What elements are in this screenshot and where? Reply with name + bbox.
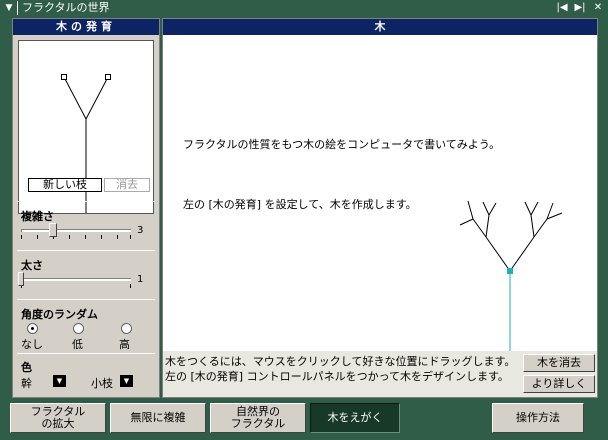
slider-tick bbox=[130, 284, 131, 288]
branch-editor-canvas[interactable]: 新しい枝 消去 bbox=[18, 40, 154, 214]
divider bbox=[17, 353, 155, 354]
title-bar: ▼ フラクタルの世界 |◀ ▶| ✕ bbox=[0, 0, 608, 16]
complexity-slider-thumb[interactable] bbox=[49, 223, 57, 237]
twig-color-label: 小枝 bbox=[91, 377, 113, 390]
complexity-slider[interactable] bbox=[21, 229, 131, 232]
thickness-value: 1 bbox=[137, 274, 144, 285]
thickness-label: 太さ bbox=[21, 259, 43, 272]
nav-infinite-complexity-button[interactable]: 無限に複雑 bbox=[110, 403, 206, 433]
nav-label: の拡大 bbox=[41, 417, 75, 430]
tree-drawing-panel: 木 フラクタルの性質をもつ木の絵をコンピュータで書いてみよう。 左の [木の発育… bbox=[162, 18, 598, 398]
angle-random-none-radio[interactable] bbox=[27, 323, 38, 334]
trunk-color-dropdown-icon[interactable]: ▼ bbox=[53, 375, 66, 387]
divider bbox=[17, 201, 155, 202]
clear-tree-button[interactable]: 木を消去 bbox=[523, 354, 595, 372]
instruction-bar: 木をつくるには、マウスをクリックして好きな位置にドラッグします。 左の [木の発… bbox=[163, 351, 597, 397]
tree-growth-panel: 木の発育 新しい枝 消去 複雑さ 3 太さ 1 角度のランダム なし 低 高 色 bbox=[12, 18, 160, 398]
thickness-slider[interactable] bbox=[21, 278, 131, 281]
prev-icon[interactable]: |◀ bbox=[554, 1, 570, 15]
new-branch-button[interactable]: 新しい枝 bbox=[28, 178, 102, 192]
erase-branch-button[interactable]: 消去 bbox=[104, 178, 150, 192]
panel-header: 木の発育 bbox=[13, 19, 159, 35]
slider-tick bbox=[21, 235, 22, 239]
title-separator bbox=[17, 1, 18, 15]
trunk-color-label: 幹 bbox=[21, 377, 32, 390]
twig-color-dropdown-icon[interactable]: ▼ bbox=[120, 375, 133, 387]
angle-random-label: 角度のランダム bbox=[21, 308, 98, 321]
help-label: 操作方法 bbox=[516, 411, 560, 424]
intro-text: 左の [木の発育] を設定して、木を作成します。 bbox=[183, 198, 417, 211]
branch-handle[interactable] bbox=[61, 74, 67, 80]
intro-text: フラクタルの性質をもつ木の絵をコンピュータで書いてみよう。 bbox=[183, 138, 501, 151]
nav-label: 無限に複雑 bbox=[130, 411, 186, 424]
instruction-text: 左の [木の発育] コントロールパネルをつかって木をデザインします。 bbox=[165, 370, 509, 383]
nav-draw-tree-button[interactable]: 木をえがく bbox=[310, 403, 400, 433]
more-detail-button[interactable]: より詳しく bbox=[523, 375, 595, 393]
branch-handle[interactable] bbox=[105, 74, 111, 80]
close-icon[interactable]: ✕ bbox=[590, 1, 606, 15]
help-button[interactable]: 操作方法 bbox=[492, 403, 584, 433]
angle-random-high-radio[interactable] bbox=[121, 323, 132, 334]
divider bbox=[17, 299, 155, 300]
nav-nature-fractal-button[interactable]: 自然界の フラクタル bbox=[210, 403, 306, 433]
angle-random-low-label: 低 bbox=[72, 338, 83, 351]
slider-tick bbox=[85, 235, 86, 239]
angle-random-low-radio[interactable] bbox=[73, 323, 84, 334]
instruction-text: 木をつくるには、マウスをクリックして好きな位置にドラッグします。 bbox=[165, 355, 516, 368]
window-title: フラクタルの世界 bbox=[22, 1, 110, 14]
thickness-slider-thumb[interactable] bbox=[18, 272, 24, 286]
complexity-value: 3 bbox=[137, 225, 144, 236]
color-label: 色 bbox=[21, 361, 32, 374]
next-icon[interactable]: ▶| bbox=[572, 1, 588, 15]
slider-tick bbox=[101, 235, 102, 239]
slider-tick bbox=[117, 235, 118, 239]
slider-tick bbox=[130, 235, 131, 239]
angle-random-high-label: 高 bbox=[119, 338, 130, 351]
nav-fractal-zoom-button[interactable]: フラクタル の拡大 bbox=[10, 403, 106, 433]
complexity-label: 複雑さ bbox=[21, 210, 54, 223]
slider-tick bbox=[37, 235, 38, 239]
angle-random-none-label: なし bbox=[21, 338, 43, 351]
sample-tree-drawing[interactable] bbox=[443, 189, 583, 351]
system-menu-icon[interactable]: ▼ bbox=[2, 2, 16, 14]
nav-label: 木をえがく bbox=[327, 411, 383, 424]
slider-tick bbox=[69, 235, 70, 239]
panel-header: 木 bbox=[163, 19, 597, 35]
divider bbox=[17, 250, 155, 251]
nav-label: フラクタル bbox=[230, 417, 286, 430]
